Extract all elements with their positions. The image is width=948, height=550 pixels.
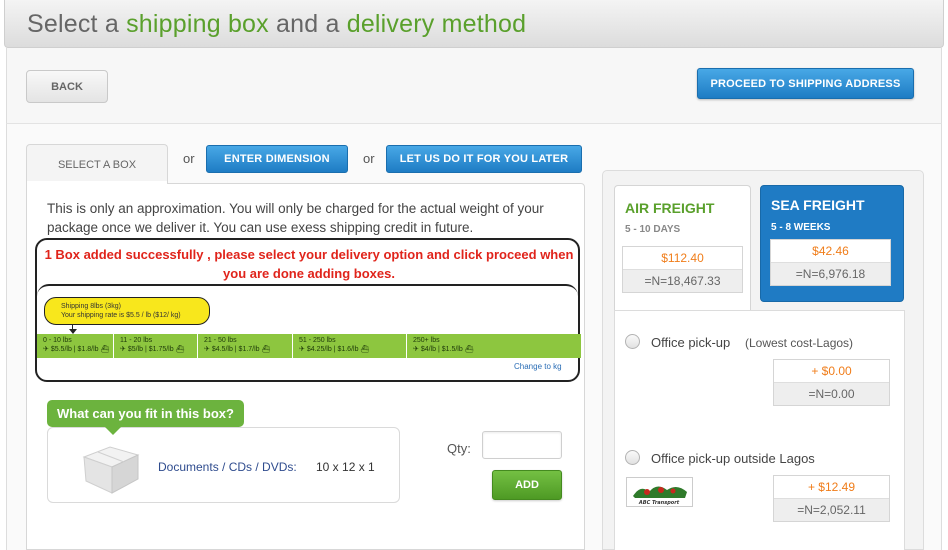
price-usd: + $12.49: [774, 476, 889, 499]
or-separator: or: [183, 151, 195, 166]
price-usd: $112.40: [623, 247, 742, 270]
approximation-notice: This is only an approximation. You will …: [47, 201, 544, 235]
price-ngn: =N=0.00: [774, 383, 889, 405]
rate-tier: 51 - 250 lbs ✈ $4.25/lb | $1.6/lb ⛴: [293, 334, 407, 358]
air-freight-title: AIR FREIGHT: [625, 200, 715, 216]
or-separator: or: [363, 151, 375, 166]
office-pickup-outside-lagos-price: + $12.49 =N=2,052.11: [773, 475, 890, 522]
sea-freight-weeks: 5 - 8 WEEKS: [771, 222, 831, 233]
item-size: 10 x 12 x 1: [316, 460, 375, 474]
price-usd: $42.46: [771, 240, 890, 263]
ship-icon: ⛴: [175, 346, 185, 353]
ship-icon: ⛴: [261, 346, 271, 353]
plane-icon: ✈: [204, 346, 210, 353]
shipping-rate-bubble: Shipping 8lbs (3kg) Your shipping rate i…: [44, 297, 210, 325]
sea-freight-title: SEA FREIGHT: [771, 197, 865, 213]
plane-icon: ✈: [413, 346, 419, 353]
rate-tier-bar: 0 - 10 lbs ✈ $5.5/lb | $1.8/lb ⛴ 11 - 20…: [37, 334, 581, 358]
tier-rate: $4.25/lb | $1.6/lb: [306, 346, 359, 353]
air-freight-price: $112.40 =N=18,467.33: [622, 246, 743, 293]
office-pickup-note: (Lowest cost-Lagos): [745, 336, 854, 350]
plane-icon: ✈: [299, 346, 305, 353]
shipping-rate-text: Your shipping rate is $5.5 / lb ($12/ kg…: [61, 312, 181, 319]
rate-tier: 0 - 10 lbs ✈ $5.5/lb | $1.8/lb ⛴: [37, 334, 114, 358]
tier-range: 0 - 10 lbs: [43, 337, 72, 344]
plane-icon: ✈: [43, 346, 49, 353]
price-ngn: =N=6,976.18: [771, 263, 890, 285]
let-us-do-it-later-button[interactable]: LET US DO IT FOR YOU LATER: [386, 145, 582, 173]
office-pickup-outside-lagos-radio[interactable]: [625, 450, 640, 465]
air-freight-days: 5 - 10 DAYS: [625, 224, 681, 235]
plane-icon: ✈: [120, 346, 126, 353]
tier-rate: $5/lb | $1.75/lb: [127, 346, 174, 353]
abc-transport-logo: ABC Transport: [626, 477, 693, 507]
tier-rate: $5.5/lb | $1.8/lb: [50, 346, 99, 353]
tier-range: 21 - 50 lbs: [204, 337, 237, 344]
ship-icon: ⛴: [360, 346, 370, 353]
svg-text:ABC Transport: ABC Transport: [638, 500, 680, 506]
office-pickup-label: Office pick-up: [651, 335, 731, 350]
tier-range: 51 - 250 lbs: [299, 337, 336, 344]
tab-connector: [27, 181, 167, 185]
sea-freight-card[interactable]: SEA FREIGHT 5 - 8 WEEKS $42.46 =N=6,976.…: [760, 185, 904, 302]
office-pickup-outside-lagos-label: Office pick-up outside Lagos: [651, 451, 815, 466]
add-button[interactable]: ADD: [492, 470, 562, 500]
title-highlight-delivery: delivery method: [346, 10, 527, 38]
qty-input[interactable]: [482, 431, 562, 459]
fit-banner: What can you fit in this box?: [47, 400, 244, 427]
office-pickup-radio[interactable]: [625, 334, 640, 349]
ship-icon: ⛴: [100, 346, 110, 353]
back-button[interactable]: BACK: [26, 70, 108, 103]
page-title: Select a shipping box and a delivery met…: [27, 10, 527, 38]
qty-label: Qty:: [447, 441, 471, 456]
rate-tier: 21 - 50 lbs ✈ $4.5/lb | $1.7/lb ⛴: [198, 334, 293, 358]
air-freight-card[interactable]: AIR FREIGHT 5 - 10 DAYS $112.40 =N=18,46…: [614, 185, 751, 310]
proceed-to-shipping-address-button[interactable]: PROCEED TO SHIPPING ADDRESS: [697, 68, 914, 99]
change-to-kg-link[interactable]: Change to kg: [514, 362, 562, 371]
tab-select-a-box[interactable]: SELECT A BOX: [26, 144, 168, 184]
rate-tier: 250+ lbs ✈ $4/lb | $1.5/lb ⛴: [407, 334, 581, 358]
tier-rate: $4/lb | $1.5/lb: [420, 346, 463, 353]
title-highlight-box: shipping box: [126, 10, 269, 38]
fit-banner-arrow: [104, 426, 122, 435]
price-usd: + $0.00: [774, 360, 889, 383]
success-message: 1 Box added successfully , please select…: [44, 247, 574, 281]
ship-icon: ⛴: [464, 346, 474, 353]
tier-rate: $4.5/lb | $1.7/lb: [211, 346, 260, 353]
item-category-label: Documents / CDs / DVDs:: [158, 460, 297, 474]
tier-range: 250+ lbs: [413, 337, 440, 344]
box-icon: [80, 441, 142, 495]
shipping-weight-text: Shipping 8lbs (3kg): [61, 303, 121, 310]
rate-tier: 11 - 20 lbs ✈ $5/lb | $1.75/lb ⛴: [114, 334, 198, 358]
page-header: Select a shipping box and a delivery met…: [4, 0, 944, 48]
enter-dimension-button[interactable]: ENTER DIMENSION: [206, 145, 348, 173]
tier-range: 11 - 20 lbs: [120, 337, 153, 344]
price-ngn: =N=18,467.33: [623, 270, 742, 292]
sea-freight-price: $42.46 =N=6,976.18: [770, 239, 891, 286]
office-pickup-price: + $0.00 =N=0.00: [773, 359, 890, 406]
price-ngn: =N=2,052.11: [774, 499, 889, 521]
